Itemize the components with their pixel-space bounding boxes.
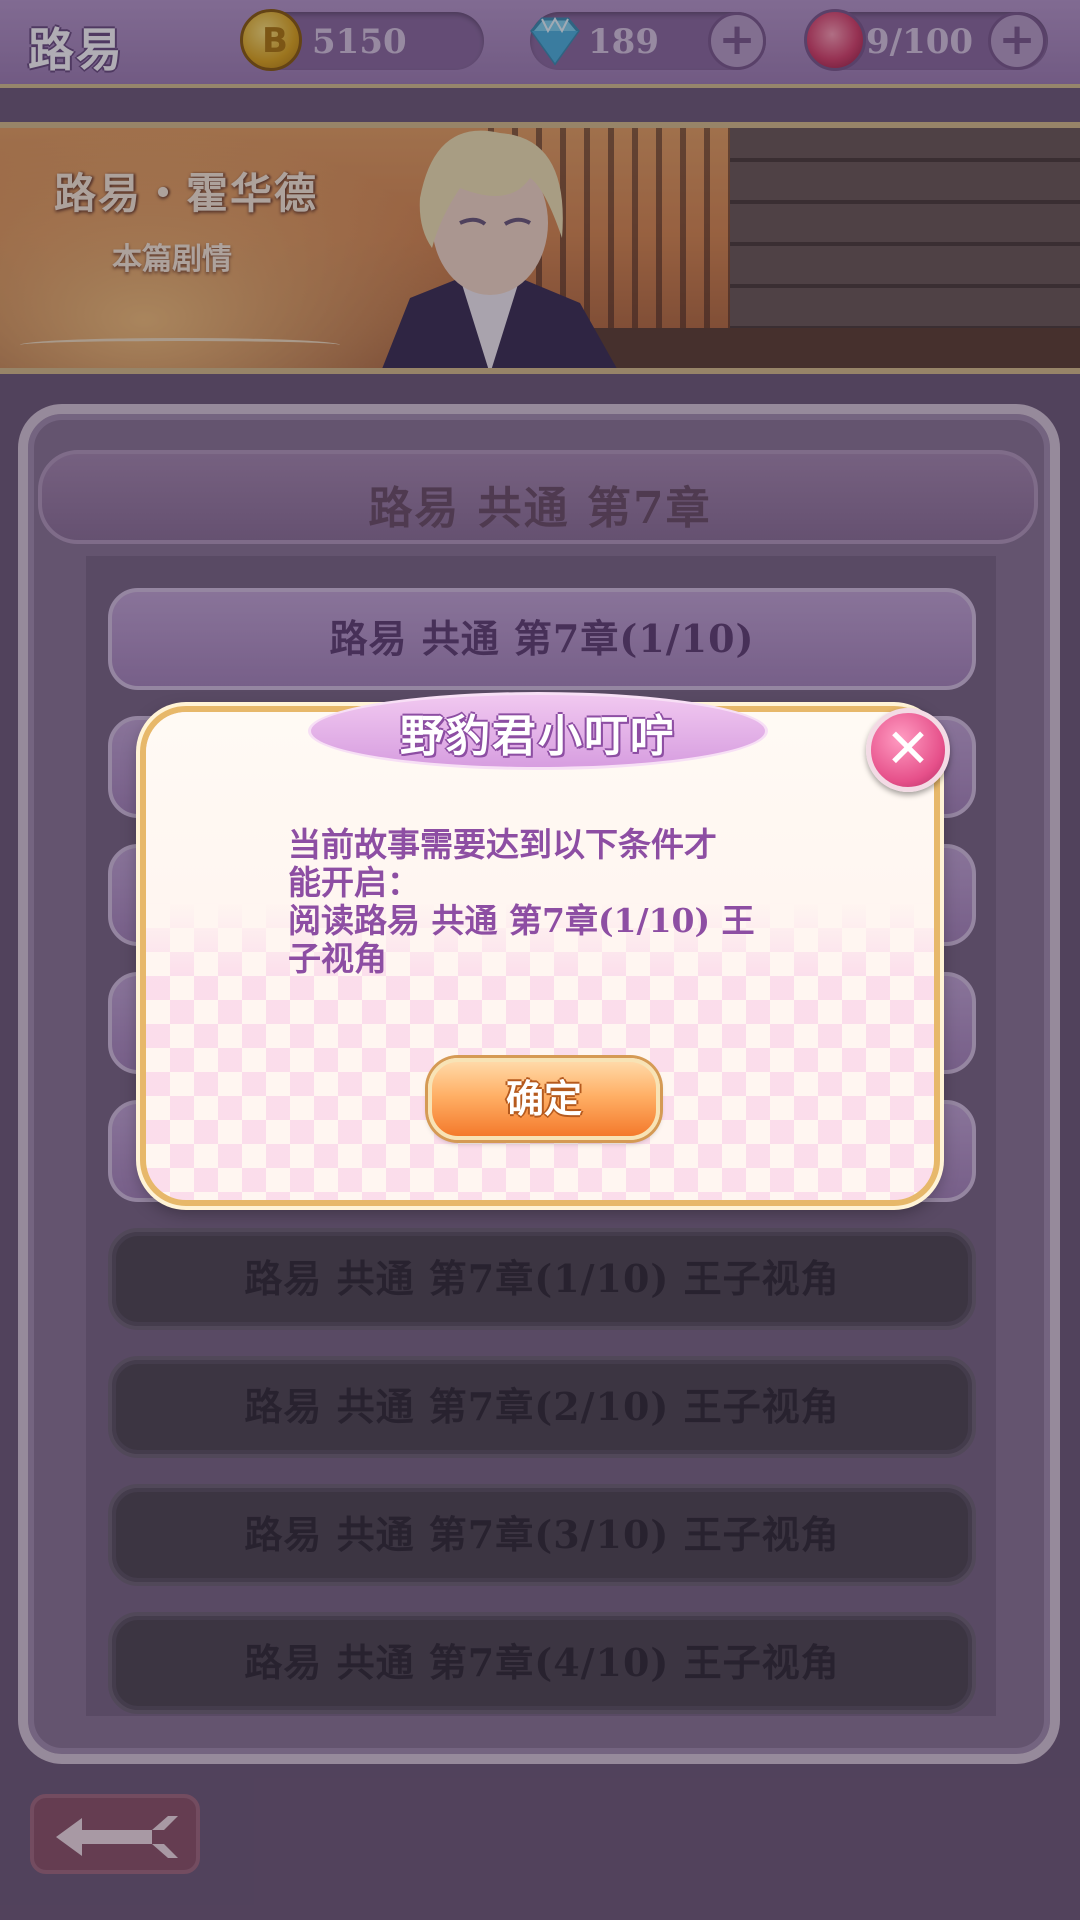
screen: 路易 5150 189 + 9/100 +: [0, 0, 1080, 1920]
dialog-title: 野豹君小叮咛: [400, 711, 676, 762]
close-icon: ✕: [885, 717, 931, 780]
dialog-message: 当前故事需要达到以下条件才 能开启： 阅读路易 共通 第7章(1/10) 王 子…: [288, 825, 755, 978]
close-button[interactable]: ✕: [866, 708, 950, 792]
confirm-button-label: 确定: [505, 1076, 582, 1121]
confirm-button[interactable]: 确定: [428, 1058, 660, 1140]
